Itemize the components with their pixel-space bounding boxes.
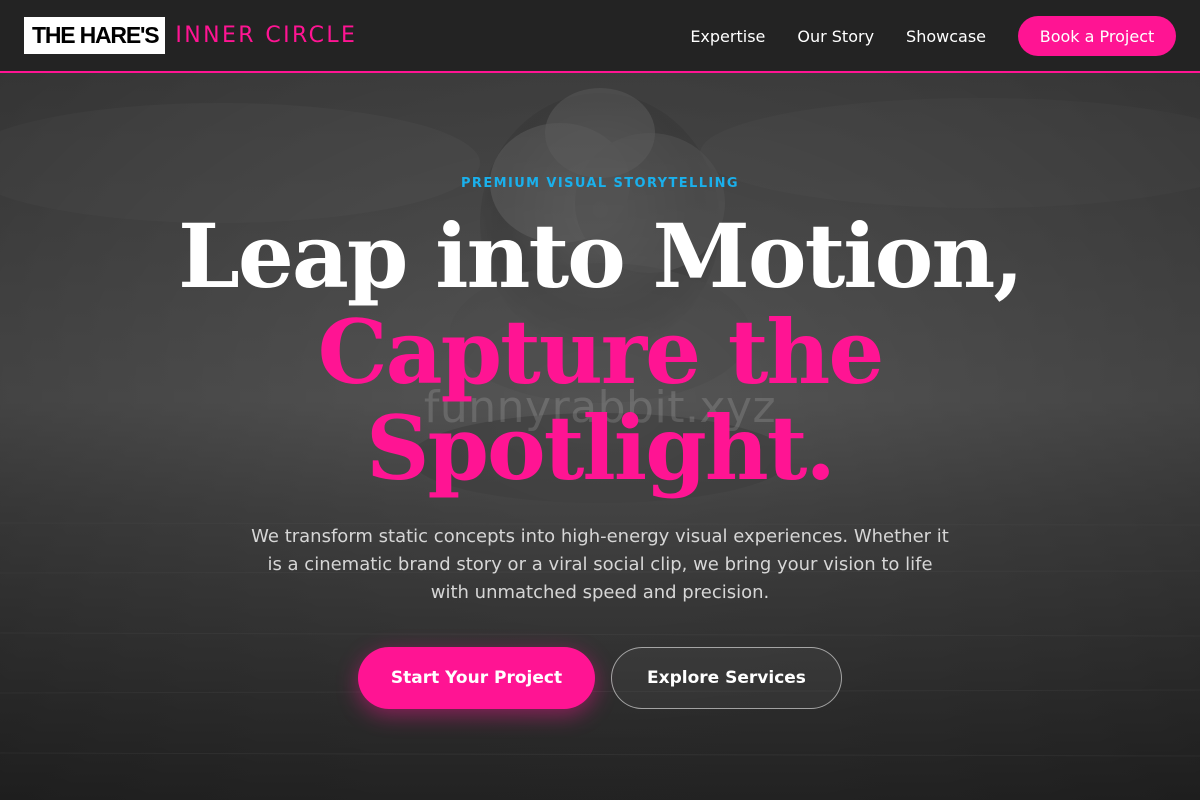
- headline-line-1: Leap into Motion,: [178, 204, 1024, 308]
- hero-description: We transform static concepts into high-e…: [251, 526, 949, 603]
- hero-headline: Leap into Motion, Capture the Spotlight.: [0, 208, 1200, 496]
- headline-line-2: Capture the: [317, 300, 885, 404]
- hero-eyebrow: PREMIUM VISUAL STORYTELLING: [461, 176, 739, 191]
- nav-link-expertise[interactable]: Expertise: [690, 27, 765, 46]
- logo-wordmark: THE HARE'S: [24, 17, 166, 54]
- nav-link-our-story[interactable]: Our Story: [797, 27, 874, 46]
- explore-services-button[interactable]: Explore Services: [611, 647, 842, 709]
- start-project-button[interactable]: Start Your Project: [358, 647, 595, 709]
- logo[interactable]: THE HARE'S INNER CIRCLE: [24, 17, 357, 54]
- headline-line-3: Spotlight.: [365, 396, 836, 500]
- nav-link-showcase[interactable]: Showcase: [906, 27, 986, 46]
- logo-tagline: INNER CIRCLE: [175, 23, 358, 48]
- book-project-button[interactable]: Book a Project: [1018, 16, 1176, 56]
- main-nav: Expertise Our Story Showcase Book a Proj…: [690, 0, 1176, 72]
- site-header: THE HARE'S INNER CIRCLE Expertise Our St…: [0, 0, 1200, 73]
